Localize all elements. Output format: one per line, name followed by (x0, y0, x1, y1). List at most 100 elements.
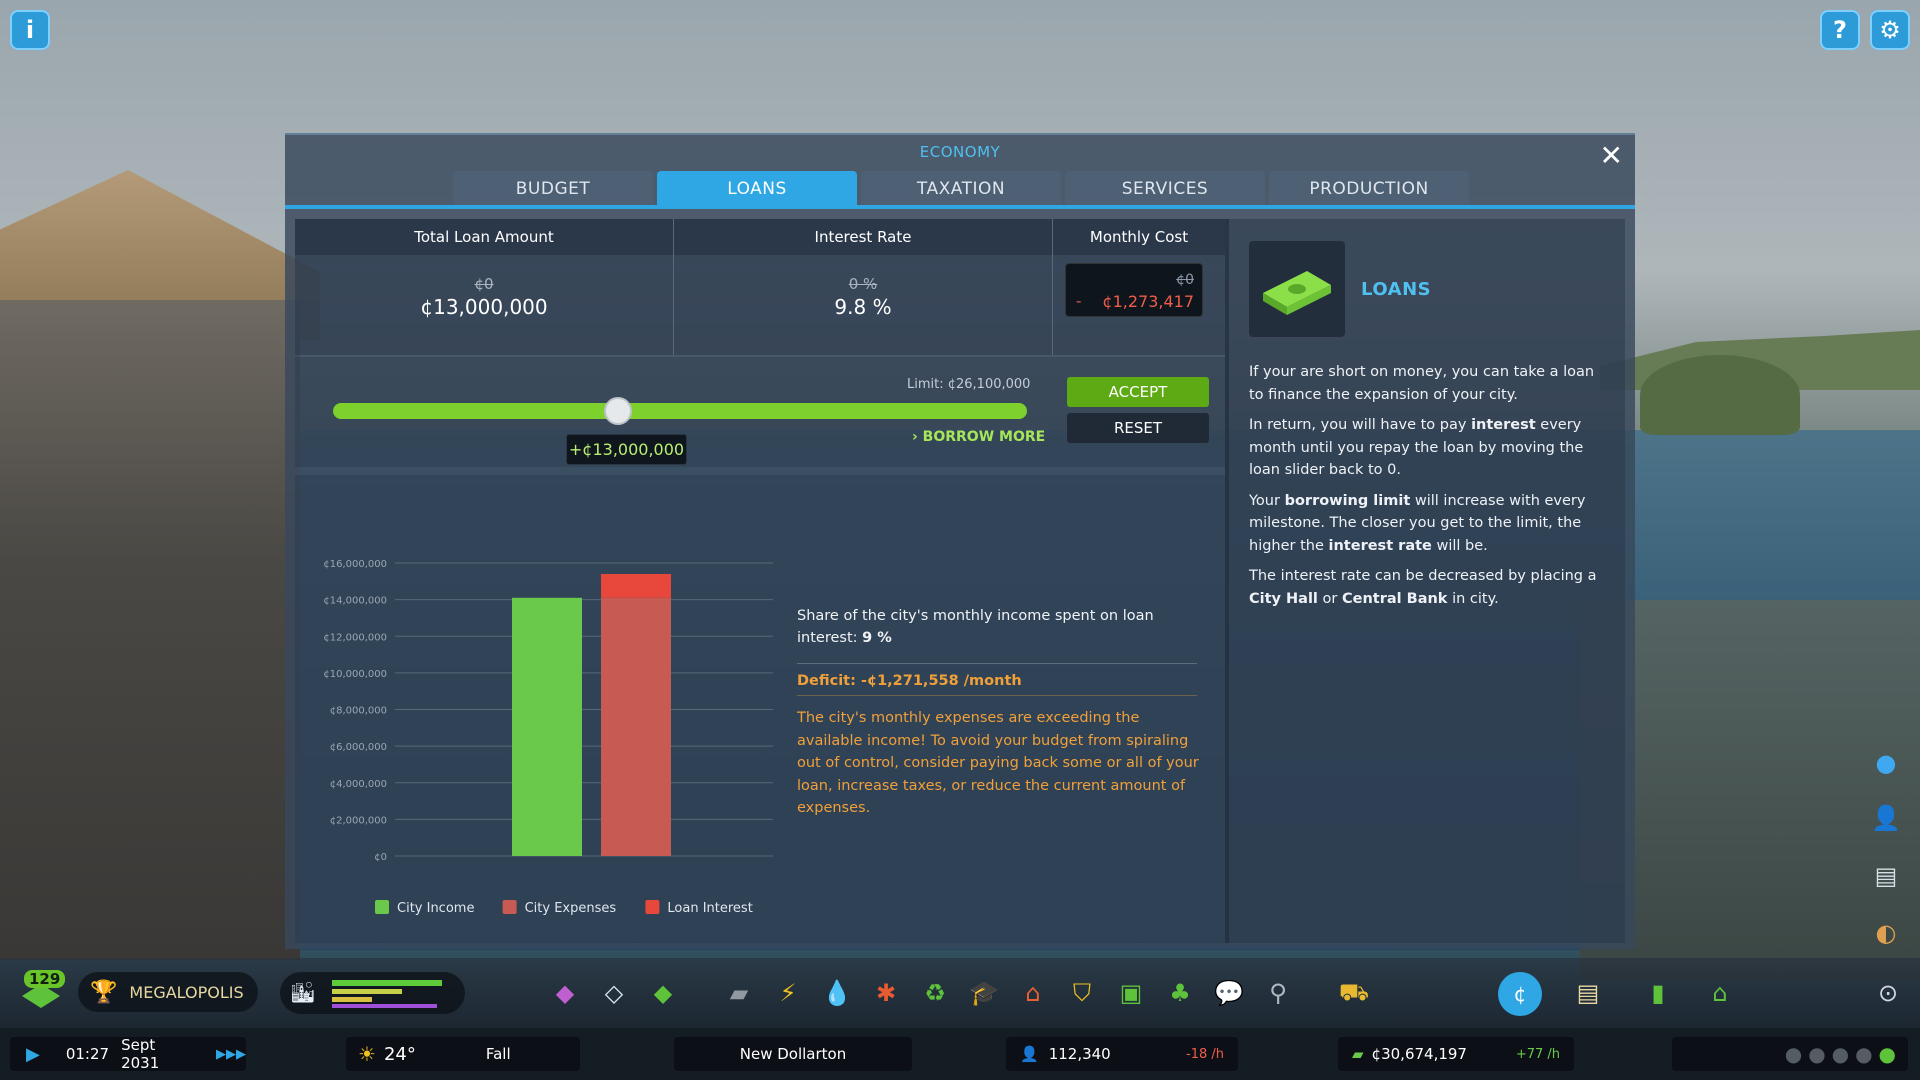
weather-display: ☀ 24° Fall (346, 1037, 580, 1071)
milestone-name: MEGALOPOLIS (129, 982, 244, 1002)
loans-desc-p3: Your borrowing limit will increase with … (1249, 492, 1586, 554)
reset-button[interactable]: RESET (1067, 413, 1209, 443)
milestone-button[interactable]: 🏆 MEGALOPOLIS (78, 972, 258, 1012)
statistics-icon[interactable]: ▮ (1640, 975, 1676, 1011)
bulldozer-icon[interactable]: ⛟ (1336, 975, 1372, 1011)
loans-info-pane: LOANS If your are short on money, you ca… (1225, 219, 1625, 943)
deficit-warning: The city's monthly expenses are exceedin… (797, 710, 1199, 816)
water-icon[interactable]: 💧 (819, 975, 855, 1011)
tab-services[interactable]: SERVICES (1065, 171, 1265, 207)
education-icon[interactable]: 🎓 (966, 975, 1002, 1011)
season: Fall (485, 1045, 511, 1063)
money-icon (1249, 241, 1345, 337)
panel-title: ECONOMY (919, 143, 1001, 161)
loans-desc-p1: If your are short on money, you can take… (1249, 364, 1595, 403)
city-info-button[interactable]: 🏙 (280, 972, 465, 1014)
city-name-display[interactable]: New Dollarton (674, 1037, 912, 1071)
fire-icon[interactable]: ⌂ (1015, 975, 1051, 1011)
landscaping-icon[interactable]: ◆ (645, 975, 681, 1011)
notes-icon[interactable]: ▤ (1868, 858, 1904, 894)
map-icon[interactable]: ▤ (1570, 975, 1606, 1011)
borrow-more-link[interactable]: › BORROW MORE (912, 429, 1045, 445)
y-tick-label: ¢0 (374, 852, 387, 863)
economy-icon[interactable]: ¢ (1498, 972, 1542, 1016)
gear-icon[interactable]: ⚙ (1870, 10, 1910, 50)
parks-icon[interactable]: ♣ (1162, 975, 1198, 1011)
bottom-toolbar: 129 🏆 MEGALOPOLIS 🏙 ◆ ◇ ◆ ▰ ⚡ 💧 ✱ ♻ 🎓 ⌂ … (0, 958, 1920, 1028)
loans-title: LOANS (1361, 279, 1432, 300)
camera-icon[interactable]: ⊙ (1870, 975, 1906, 1011)
area-icon[interactable]: ◇ (596, 975, 632, 1011)
communications-icon[interactable]: 💬 (1211, 975, 1247, 1011)
tab-budget[interactable]: BUDGET (453, 171, 653, 207)
zoning-icon[interactable]: ◆ (547, 975, 583, 1011)
game-date: Sept 2031 (121, 1036, 160, 1072)
monthly-cost-stat: Monthly Cost ¢0 - ¢1,273,417 (1053, 219, 1225, 355)
tab-loans[interactable]: LOANS (657, 171, 857, 207)
milestone-icon[interactable]: 129 (18, 970, 66, 1016)
money-display: ▰ ¢30,674,197 +77 /h (1338, 1037, 1574, 1071)
citizens-icon[interactable]: 👤 (1868, 800, 1904, 836)
close-icon[interactable]: ✕ (1600, 139, 1623, 172)
advisor-icon[interactable]: ◐ (1868, 915, 1904, 951)
tab-taxation[interactable]: TAXATION (861, 171, 1061, 207)
population-icon: 👤 (1020, 1045, 1039, 1063)
y-tick-label: ¢16,000,000 (323, 559, 387, 570)
total-loan-stat: Total Loan Amount ¢0 ¢13,000,000 (295, 219, 673, 355)
monthly-cost-header: Monthly Cost (1053, 219, 1225, 255)
money-icon: ▰ (1352, 1045, 1364, 1063)
loans-description: If your are short on money, you can take… (1249, 361, 1609, 618)
loan-slider-tooltip: +¢13,000,000 (566, 434, 687, 465)
loan-slider-handle[interactable] (604, 397, 632, 425)
legend-label: City Expenses (525, 901, 617, 916)
interest-rate-old: 0 % (848, 275, 878, 293)
chirper-icon[interactable]: ● (1868, 745, 1904, 781)
help-icon[interactable]: ? (1820, 10, 1860, 50)
happiness-icon: ● (1855, 1042, 1873, 1066)
population-rate: -18 /h (1186, 1046, 1224, 1062)
interest-rate-header: Interest Rate (674, 219, 1052, 255)
police-icon[interactable]: ⛉ (1064, 975, 1100, 1011)
roads-icon[interactable]: ▰ (721, 975, 757, 1011)
bar-city-income (512, 597, 582, 856)
progress-bar (332, 997, 372, 1002)
recycling-icon[interactable]: ♻ (917, 975, 953, 1011)
info-icon[interactable]: i (10, 10, 50, 50)
y-tick-label: ¢2,000,000 (330, 815, 387, 826)
city-background-left (0, 300, 300, 960)
y-tick-label: ¢6,000,000 (330, 742, 387, 753)
progress-bar (332, 1004, 437, 1008)
speed-icon[interactable]: ▶▶▶ (216, 1047, 246, 1062)
population-display: 👤 112,340 -18 /h (1006, 1037, 1238, 1071)
interest-share-label: Share of the city's monthly income spent… (797, 608, 1154, 646)
temperature: 24° (383, 1043, 416, 1065)
loan-chart-area: ¢16,000,000 ¢14,000,000 ¢12,000,000 ¢10,000… (295, 475, 1225, 943)
income-expense-chart: ¢16,000,000 ¢14,000,000 ¢12,000,000 ¢10,000… (323, 559, 773, 916)
legend-label: Loan Interest (667, 901, 752, 916)
loan-slider-track[interactable] (333, 403, 1027, 419)
bar-city-expenses (601, 597, 671, 856)
money-rate: +77 /h (1515, 1046, 1560, 1062)
legend-label: City Income (397, 901, 474, 916)
landscape-tool-icon[interactable]: ⚲ (1260, 975, 1296, 1011)
accept-button[interactable]: ACCEPT (1067, 377, 1209, 407)
play-icon[interactable]: ▶ (26, 1044, 40, 1065)
happiness-display[interactable]: ● ● ● ● ● (1672, 1037, 1908, 1071)
happiness-icon: ● (1808, 1042, 1826, 1066)
trophy-icon: 🏆 (90, 979, 118, 1005)
happiness-icon: ● (1878, 1042, 1896, 1066)
loan-slider-area: Limit: ¢26,100,000 +¢13,000,000 › BORROW… (295, 357, 1225, 467)
total-loan-value: ¢13,000,000 (420, 295, 548, 319)
tab-production[interactable]: PRODUCTION (1269, 171, 1469, 207)
health-icon[interactable]: ✱ (868, 975, 904, 1011)
progress-bar (332, 989, 402, 994)
island-background (1640, 355, 1800, 435)
money: ¢30,674,197 (1371, 1045, 1467, 1063)
electricity-icon[interactable]: ⚡ (770, 975, 806, 1011)
legend-swatch (645, 900, 660, 914)
transport-icon[interactable]: ▣ (1113, 975, 1149, 1011)
total-loan-old: ¢0 (474, 275, 494, 293)
legend-swatch (502, 900, 517, 914)
progression-icon[interactable]: ⌂ (1702, 975, 1738, 1011)
status-bar: ▶ 01:27 Sept 2031 ▶▶▶ ☀ 24° Fall New Dol… (0, 1028, 1920, 1080)
